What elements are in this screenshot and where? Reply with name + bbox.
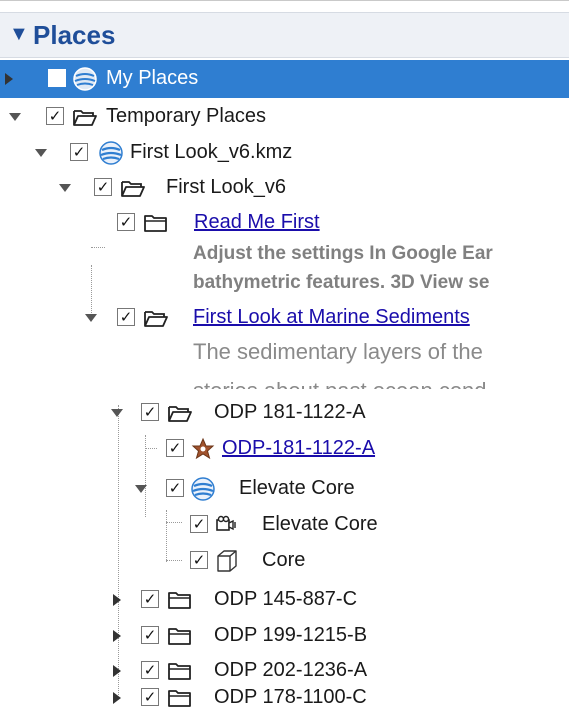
expand-toggle[interactable] (134, 482, 148, 496)
top-divider (0, 0, 569, 1)
checkbox-read-me-first[interactable]: ✓ (117, 213, 135, 231)
tree-item-read-me-first[interactable]: ✓ Read Me First (0, 206, 569, 240)
marine-sediments-description-line-1: The sedimentary layers of the (193, 339, 483, 364)
expand-toggle[interactable] (110, 629, 124, 643)
earth-globe-icon (73, 67, 97, 91)
panel-title: Places (33, 20, 116, 50)
tree-item-label: ODP 181-1122-A (214, 401, 366, 423)
tree-item-label: ODP 202-1236-A (214, 659, 368, 681)
earth-globe-icon (99, 141, 123, 165)
tree-item-label: ODP 178-1100-C (214, 686, 367, 708)
open-folder-icon (121, 181, 145, 197)
star-placemark-icon (191, 437, 215, 460)
tree-item-odp-181-1122-a-placemark[interactable]: ✓ ODP-181-1122-A (0, 432, 569, 466)
expand-toggle[interactable] (8, 110, 22, 124)
open-folder-icon (168, 406, 192, 422)
tree-item-first-look-v6[interactable]: ✓ First Look_v6 (0, 171, 569, 205)
checkbox-odp-178-1100-c[interactable]: ✓ (141, 688, 159, 706)
checkbox-temporary-places[interactable]: ✓ (46, 107, 64, 125)
expand-toggle[interactable] (2, 72, 16, 86)
tree-item-label: Core (262, 549, 306, 571)
tree-item-marine-sediments[interactable]: ✓ First Look at Marine Sediments (0, 301, 569, 335)
tree-item-elevate-core-folder[interactable]: ✓ Elevate Core (0, 472, 569, 506)
read-me-first-link[interactable]: Read Me First (194, 211, 320, 234)
open-folder-icon (73, 110, 97, 126)
checkbox-odp-145-887-c[interactable]: ✓ (141, 590, 159, 608)
triangle-down-icon (9, 113, 21, 121)
tree-item-core[interactable]: ✓ Core (0, 544, 569, 578)
triangle-right-icon (113, 692, 121, 704)
tree-item-label: Elevate Core (262, 513, 378, 535)
tree-item-label: My Places (106, 67, 199, 89)
checkbox-marine-sediments[interactable]: ✓ (117, 308, 135, 326)
checkbox-odp-199-1215-b[interactable]: ✓ (141, 626, 159, 644)
tree-connector (91, 247, 105, 248)
triangle-down-icon (135, 485, 147, 493)
expand-toggle[interactable] (110, 593, 124, 607)
checkbox-first-look-kmz[interactable]: ✓ (70, 143, 88, 161)
expand-toggle[interactable] (110, 691, 124, 705)
triangle-right-icon (113, 630, 121, 642)
tree-item-label: ODP 145-887-C (214, 588, 358, 610)
tree-item-temporary-places[interactable]: ✓ Temporary Places (0, 100, 569, 134)
tree-item-odp-199-1215-b[interactable]: ✓ ODP 199-1215-B (0, 619, 569, 653)
expand-toggle[interactable] (84, 311, 98, 325)
expand-toggle[interactable] (110, 406, 124, 420)
checkbox-elevate-core-folder[interactable]: ✓ (166, 479, 184, 497)
earth-globe-icon (191, 477, 215, 501)
triangle-down-icon (35, 149, 47, 157)
marine-sediments-link[interactable]: First Look at Marine Sediments (193, 306, 470, 329)
tree-item-label: Elevate Core (239, 477, 355, 499)
description-clip: stories about past ocean cond (193, 375, 569, 389)
checkbox-odp-202-1236-a[interactable]: ✓ (141, 661, 159, 679)
checkbox-core[interactable]: ✓ (190, 551, 208, 569)
read-me-first-description-line-1: Adjust the settings In Google Ear (193, 243, 493, 264)
triangle-down-icon (59, 184, 71, 192)
closed-folder-icon (168, 592, 191, 609)
closed-folder-icon (168, 628, 191, 645)
3d-model-cube-icon (217, 550, 237, 572)
expand-toggle[interactable] (34, 146, 48, 160)
closed-folder-icon (168, 690, 191, 707)
expand-toggle[interactable] (58, 181, 72, 195)
tree-item-elevate-core-tour[interactable]: ✓ Elevate Core (0, 508, 569, 542)
checkbox-my-places[interactable] (48, 69, 66, 87)
expand-toggle[interactable] (110, 664, 124, 678)
read-me-first-description-line-2: bathymetric features. 3D View se (193, 272, 490, 293)
tree-item-odp-181-1122-a-folder[interactable]: ✓ ODP 181-1122-A (0, 396, 569, 430)
triangle-down-icon[interactable]: ▼ (9, 23, 29, 46)
open-folder-icon (144, 311, 168, 327)
tree-item-label: First Look_v6.kmz (130, 141, 293, 163)
tree-item-label: ODP 199-1215-B (214, 624, 368, 646)
marine-sediments-description-line-2: stories about past ocean cond (193, 378, 487, 389)
checkbox-odp-181-1122-a-folder[interactable]: ✓ (141, 403, 159, 421)
checkbox-odp-181-1122-a-placemark[interactable]: ✓ (166, 439, 184, 457)
tree-item-first-look-kmz[interactable]: ✓ First Look_v6.kmz (0, 136, 569, 170)
closed-folder-icon (144, 215, 167, 232)
checkbox-first-look-v6[interactable]: ✓ (94, 178, 112, 196)
triangle-right-icon (113, 594, 121, 606)
triangle-down-icon (85, 314, 97, 322)
checkbox-elevate-core-tour[interactable]: ✓ (190, 515, 208, 533)
odp-181-1122-a-link[interactable]: ODP-181-1122-A (222, 437, 375, 460)
triangle-right-icon (5, 73, 13, 85)
tree-item-odp-178-1100-c[interactable]: ✓ ODP 178-1100-C (0, 681, 569, 715)
tree-item-label: Temporary Places (106, 105, 267, 127)
tree-item-label: First Look_v6 (166, 176, 287, 198)
tree-item-my-places[interactable]: My Places (0, 62, 569, 96)
triangle-down-icon (111, 409, 123, 417)
places-panel-header[interactable]: ▼ Places (0, 12, 569, 58)
tree-item-odp-145-887-c[interactable]: ✓ ODP 145-887-C (0, 583, 569, 617)
tour-camera-icon (216, 515, 236, 531)
triangle-right-icon (113, 665, 121, 677)
